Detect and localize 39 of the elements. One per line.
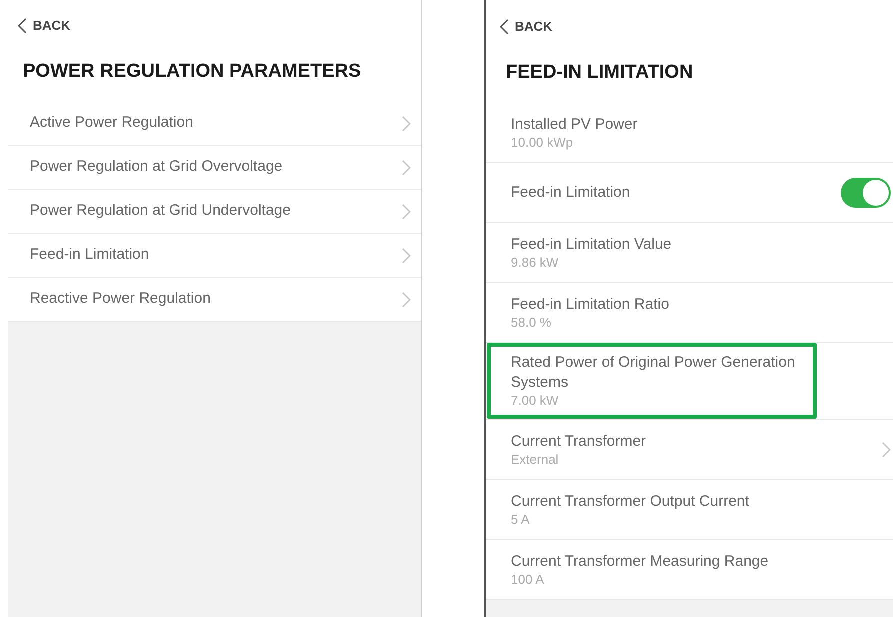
setting-value: 7.00 kW	[511, 393, 560, 409]
menu-item[interactable]: Active Power Regulation	[8, 102, 421, 146]
setting-label: Rated Power of Original Power Generation Systems	[511, 353, 796, 393]
setting-label: Feed-in Limitation Ratio	[511, 294, 670, 314]
page-title: POWER REGULATION PARAMETERS	[23, 60, 362, 84]
menu-item[interactable]: Power Regulation at Grid Overvoltage	[8, 146, 421, 190]
menu-item-label: Active Power Regulation	[30, 113, 194, 134]
chevron-left-icon	[500, 18, 509, 35]
setting-row[interactable]: Current Transformer External	[486, 420, 893, 480]
chevron-right-icon	[402, 160, 411, 176]
back-button[interactable]: BACK	[18, 16, 71, 36]
chevron-right-icon	[402, 292, 411, 308]
chevron-left-icon	[18, 18, 27, 34]
setting-value: 9.86 kW	[511, 254, 560, 270]
toggle-switch[interactable]	[841, 178, 891, 208]
chevron-right-icon	[402, 248, 411, 264]
setting-value: 5 A	[511, 512, 531, 528]
chevron-right-icon	[402, 116, 411, 132]
setting-value: External	[511, 452, 560, 468]
setting-label: Installed PV Power	[511, 114, 639, 134]
setting-value: 100 A	[511, 572, 546, 588]
chevron-right-icon	[882, 442, 891, 458]
chevron-right-icon	[402, 204, 411, 220]
page-title: FEED-IN LIMITATION	[506, 60, 694, 84]
setting-label: Feed-in Limitation Value	[511, 234, 673, 254]
back-button[interactable]: BACK	[500, 17, 553, 36]
setting-value: 10.00 kWp	[511, 134, 574, 150]
menu-item[interactable]: Power Regulation at Grid Undervoltage	[8, 190, 421, 234]
menu-item-label: Feed-in Limitation	[30, 245, 150, 266]
setting-label: Feed-in Limitation	[511, 182, 632, 202]
setting-label: Current Transformer Measuring Range	[511, 552, 770, 572]
menu-item-label: Power Regulation at Grid Undervoltage	[30, 201, 291, 222]
menu-item-label: Power Regulation at Grid Overvoltage	[30, 157, 283, 178]
setting-value: 58.0 %	[511, 314, 552, 330]
setting-label: Current Transformer	[511, 432, 648, 452]
setting-label: Current Transformer Output Current	[511, 492, 750, 512]
menu-item[interactable]: Feed-in Limitation	[8, 234, 421, 278]
menu-item[interactable]: Reactive Power Regulation	[8, 278, 421, 322]
menu-item-label: Reactive Power Regulation	[30, 289, 211, 310]
